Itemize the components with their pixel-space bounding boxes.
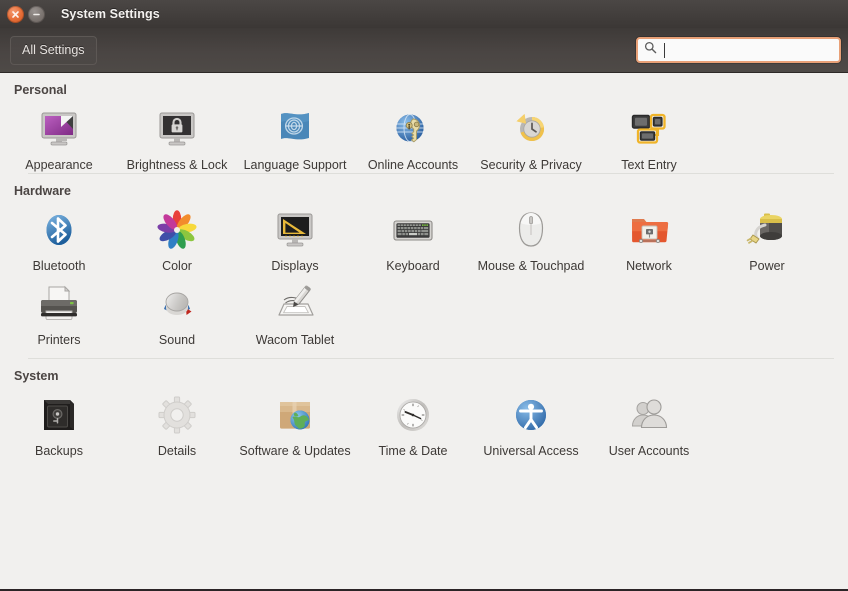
settings-tile-universal-access[interactable]: Universal Access xyxy=(472,385,590,459)
brightness-lock-icon xyxy=(153,105,201,153)
section-personal: Personal xyxy=(0,73,848,173)
settings-tile-label: Language Support xyxy=(244,158,347,173)
minimize-icon[interactable] xyxy=(28,6,45,23)
printers-icon xyxy=(35,280,83,328)
settings-tile-keyboard[interactable]: Keyboard xyxy=(354,200,472,274)
section-spacer xyxy=(0,348,848,358)
settings-tile-label: Mouse & Touchpad xyxy=(478,259,585,274)
grid-system: Backups xyxy=(0,385,848,459)
settings-tile-details[interactable]: Details xyxy=(118,385,236,459)
settings-tile-label: Bluetooth xyxy=(33,259,86,274)
settings-tile-label: Displays xyxy=(271,259,318,274)
settings-tile-network[interactable]: Network xyxy=(590,200,708,274)
settings-tile-label: Universal Access xyxy=(483,444,578,459)
settings-tile-label: Printers xyxy=(37,333,80,348)
settings-tile-label: Sound xyxy=(159,333,195,348)
section-title-hardware: Hardware xyxy=(0,174,848,198)
settings-tile-label: Backups xyxy=(35,444,83,459)
settings-tile-displays[interactable]: Displays xyxy=(236,200,354,274)
text-entry-icon xyxy=(625,105,673,153)
close-icon[interactable] xyxy=(7,6,24,23)
settings-tile-label: Brightness & Lock xyxy=(127,158,228,173)
settings-tile-color[interactable]: Color xyxy=(118,200,236,274)
universal-access-icon xyxy=(507,391,555,439)
settings-tile-text-entry[interactable]: Text Entry xyxy=(590,99,708,173)
settings-tile-user-accounts[interactable]: User Accounts xyxy=(590,385,708,459)
search-icon xyxy=(644,41,657,59)
settings-tile-label: Color xyxy=(162,259,192,274)
sound-icon xyxy=(153,280,201,328)
online-accounts-icon xyxy=(389,105,437,153)
all-settings-label: All Settings xyxy=(22,43,85,57)
grid-hardware: Bluetooth xyxy=(0,200,848,348)
settings-tile-label: Keyboard xyxy=(386,259,440,274)
settings-tile-appearance[interactable]: Appearance xyxy=(0,99,118,173)
all-settings-button[interactable]: All Settings xyxy=(10,36,97,65)
settings-tile-time-date[interactable]: Time & Date xyxy=(354,385,472,459)
title-bar: System Settings xyxy=(0,0,848,28)
settings-tile-label: Power xyxy=(749,259,784,274)
settings-tile-brightness-lock[interactable]: Brightness & Lock xyxy=(118,99,236,173)
displays-icon xyxy=(271,206,319,254)
settings-tile-label: Security & Privacy xyxy=(480,158,581,173)
toolbar: All Settings xyxy=(0,28,848,73)
settings-tile-label: Online Accounts xyxy=(368,158,458,173)
grid-personal: Appearance xyxy=(0,99,848,173)
color-icon xyxy=(153,206,201,254)
settings-tile-label: Network xyxy=(626,259,672,274)
settings-tile-printers[interactable]: Printers xyxy=(0,274,118,348)
settings-tile-wacom-tablet[interactable]: Wacom Tablet xyxy=(236,274,354,348)
time-date-icon xyxy=(389,391,437,439)
backups-icon xyxy=(35,391,83,439)
settings-tile-bluetooth[interactable]: Bluetooth xyxy=(0,200,118,274)
bluetooth-icon xyxy=(35,206,83,254)
settings-tile-label: Wacom Tablet xyxy=(256,333,335,348)
software-updates-icon xyxy=(271,391,319,439)
settings-tile-software-updates[interactable]: Software & Updates xyxy=(236,385,354,459)
settings-tile-language-support[interactable]: Language Support xyxy=(236,99,354,173)
settings-tile-label: Time & Date xyxy=(378,444,447,459)
window-title: System Settings xyxy=(61,7,160,21)
settings-tile-label: Appearance xyxy=(25,158,92,173)
details-icon xyxy=(153,391,201,439)
mouse-touchpad-icon xyxy=(507,206,555,254)
settings-tile-label: User Accounts xyxy=(609,444,690,459)
section-hardware: Hardware xyxy=(0,173,848,358)
search-input[interactable] xyxy=(665,39,833,61)
settings-content: Personal xyxy=(0,73,848,459)
settings-tile-backups[interactable]: Backups xyxy=(0,385,118,459)
security-privacy-icon xyxy=(507,105,555,153)
network-icon xyxy=(625,206,673,254)
search-box[interactable] xyxy=(636,37,841,63)
search-container xyxy=(636,37,841,63)
section-system: System Backups xyxy=(0,358,848,459)
settings-tile-mouse-touchpad[interactable]: Mouse & Touchpad xyxy=(472,200,590,274)
settings-tile-label: Text Entry xyxy=(621,158,677,173)
settings-tile-label: Software & Updates xyxy=(239,444,350,459)
user-accounts-icon xyxy=(625,391,673,439)
settings-tile-sound[interactable]: Sound xyxy=(118,274,236,348)
settings-tile-power[interactable]: Power xyxy=(708,200,826,274)
language-support-icon xyxy=(271,105,319,153)
wacom-tablet-icon xyxy=(271,280,319,328)
settings-tile-online-accounts[interactable]: Online Accounts xyxy=(354,99,472,173)
power-icon xyxy=(743,206,791,254)
settings-tile-label: Details xyxy=(158,444,196,459)
appearance-icon xyxy=(35,105,83,153)
system-settings-window: System Settings All Settings Personal xyxy=(0,0,848,591)
settings-tile-security-privacy[interactable]: Security & Privacy xyxy=(472,99,590,173)
section-title-personal: Personal xyxy=(0,73,848,97)
section-title-system: System xyxy=(0,359,848,383)
keyboard-icon xyxy=(389,206,437,254)
